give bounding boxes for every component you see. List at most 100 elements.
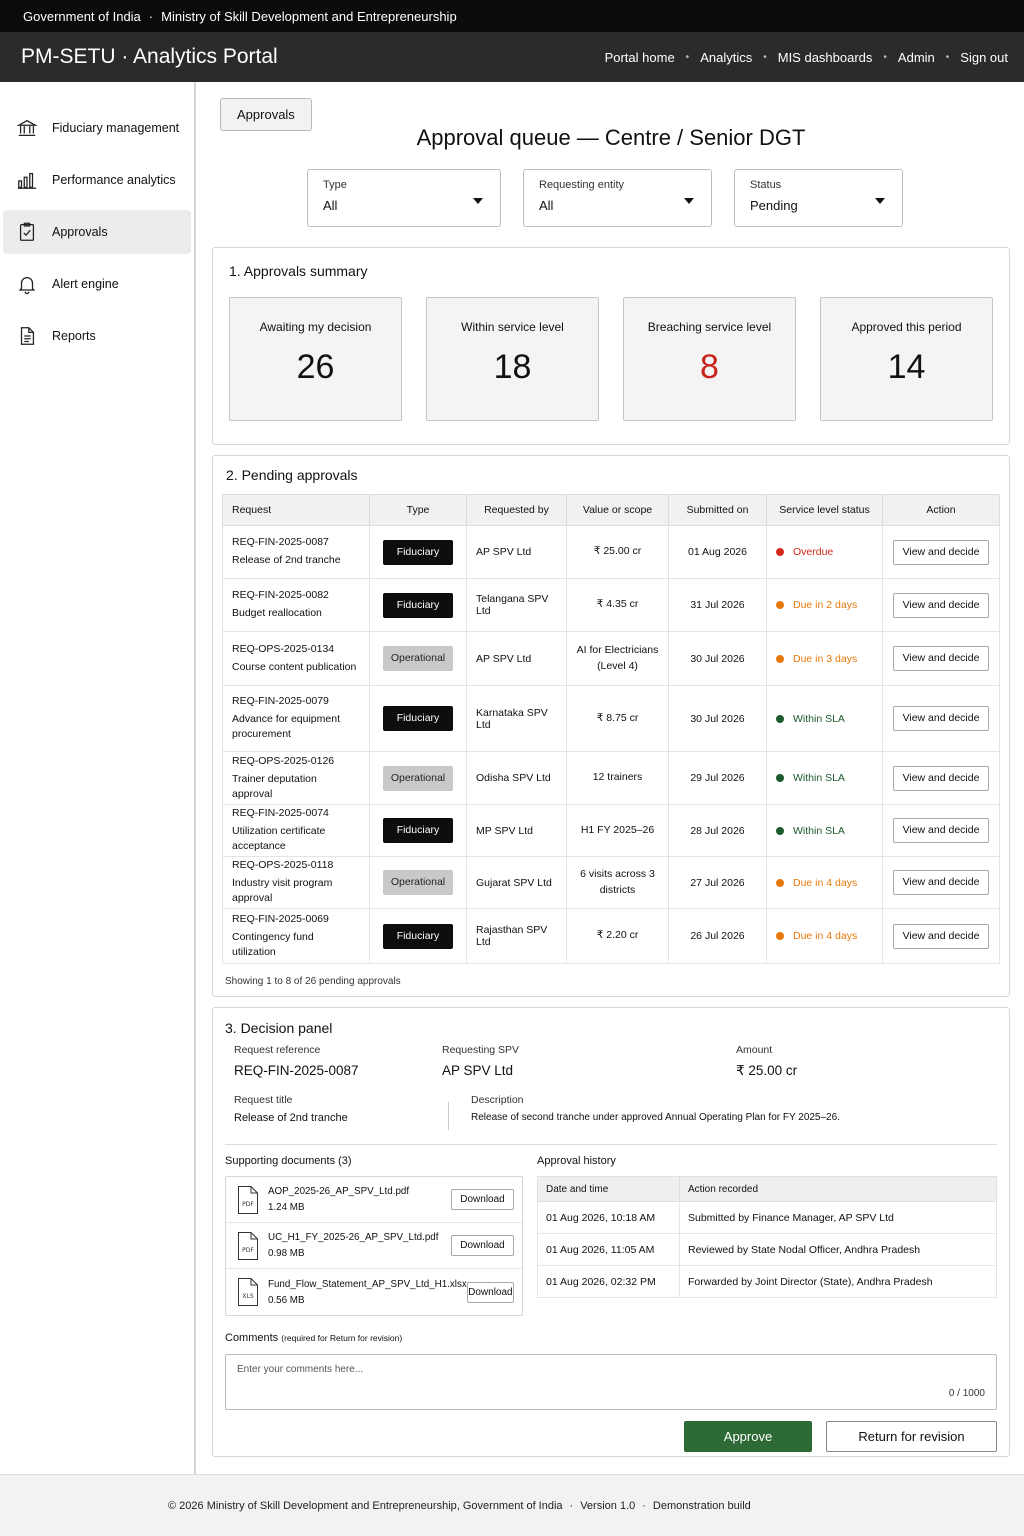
type-filter-select[interactable]: Type All [307, 169, 501, 227]
type-badge: Fiduciary [383, 818, 453, 843]
view-and-decide-button[interactable]: View and decide [893, 818, 989, 843]
type-cell: Fiduciary [369, 804, 467, 857]
pending-approvals-table: Request Type Requested by Value or scope… [222, 494, 1000, 964]
status-text: Within SLA [793, 712, 845, 725]
supporting-documents: Supporting documents (3) PDF AOP_2025-26_… [225, 1155, 523, 1316]
filter-value: All [323, 198, 338, 213]
nav-sign-out[interactable]: Sign out [960, 50, 1008, 65]
history-action: Reviewed by State Nodal Officer, Andhra … [679, 1233, 997, 1266]
status-filter-select[interactable]: Status Pending [734, 169, 903, 227]
nav-mis-dashboards[interactable]: MIS dashboards [778, 50, 873, 65]
sidebar-item-fiduciary-management[interactable]: Fiduciary management [3, 106, 191, 150]
table-row: REQ-FIN-2025-0082 Budget reallocation Fidu… [222, 578, 1000, 632]
view-and-decide-button[interactable]: View and decide [893, 923, 989, 949]
request-cell: REQ-FIN-2025-0074 Utilization certificate… [222, 804, 370, 857]
caret-down-icon [473, 198, 483, 204]
sla-status-cell: Due in 2 days [766, 578, 883, 632]
requesting-entity-filter-select[interactable]: Requesting entity All [523, 169, 712, 227]
type-cell: Fiduciary [369, 578, 467, 632]
view-and-decide-button[interactable]: View and decide [893, 592, 989, 618]
status-text: Overdue [793, 546, 834, 558]
type-cell: Fiduciary [369, 908, 467, 964]
filter-bar: Type All Requesting entity All Status Pe… [212, 169, 1010, 227]
card-label: Approved this period [851, 320, 962, 334]
sla-status-cell: Within SLA [766, 804, 883, 857]
status-dot-icon [776, 932, 784, 940]
footer: © 2026 Ministry of Skill Development and… [0, 1474, 1024, 1536]
return-for-revision-button[interactable]: Return for revision [826, 1421, 997, 1452]
type-badge: Fiduciary [383, 592, 453, 618]
caret-down-icon [684, 198, 694, 204]
bar-chart-icon [17, 172, 37, 189]
caret-down-icon [875, 198, 885, 204]
action-cell: View and decide [882, 751, 1000, 805]
view-and-decide-button[interactable]: View and decide [893, 539, 989, 565]
filter-value: All [539, 198, 554, 213]
sidebar-item-alert-engine[interactable]: Alert engine [3, 262, 191, 306]
request-id: REQ-FIN-2025-0082 [232, 589, 329, 602]
requested-by-cell: AP SPV Ltd [466, 525, 567, 579]
download-button[interactable]: Download [451, 1189, 514, 1210]
status-text: Due in 4 days [793, 876, 858, 889]
value-cell: ₹ 8.75 cr [566, 685, 669, 752]
value-cell: H1 FY 2025–26 [566, 804, 669, 857]
action-cell: View and decide [882, 685, 1000, 752]
requesting-spv-field: Requesting SPV AP SPV Ltd [442, 1044, 519, 1078]
view-and-decide-button[interactable]: View and decide [893, 765, 989, 791]
column-header: Value or scope [566, 494, 669, 526]
history-timestamp: 01 Aug 2026, 11:05 AM [537, 1233, 680, 1266]
nav-analytics[interactable]: Analytics [700, 50, 752, 65]
view-and-decide-button[interactable]: View and decide [893, 706, 989, 731]
subsection-title: Approval history [537, 1155, 616, 1167]
card-value: 26 [296, 348, 335, 386]
approve-button[interactable]: Approve [684, 1421, 812, 1452]
request-cell: REQ-FIN-2025-0082 Budget reallocation [222, 578, 370, 632]
nav-separator: • [945, 51, 950, 63]
type-badge: Fiduciary [383, 706, 453, 731]
history-action: Forwarded by Joint Director (State), And… [679, 1265, 997, 1298]
character-counter: 0 / 1000 [948, 1388, 985, 1399]
request-title: Industry visit program approval [232, 877, 333, 904]
view-and-decide-button[interactable]: View and decide [893, 870, 989, 895]
requested-by-cell: Karnataka SPV Ltd [466, 685, 567, 752]
breadcrumb-approvals[interactable]: Approvals [220, 98, 312, 131]
download-button[interactable]: Download [466, 1281, 514, 1303]
nav-separator: • [763, 51, 767, 63]
nav-admin[interactable]: Admin [898, 50, 935, 65]
approval-history-table: Date and time Action recorded 01 Aug 202… [537, 1176, 997, 1298]
type-badge: Operational [383, 765, 453, 791]
summary-card-within-sla: Within service level 18 [426, 297, 599, 421]
view-and-decide-button[interactable]: View and decide [893, 646, 989, 671]
download-button[interactable]: Download [451, 1235, 514, 1256]
request-id: REQ-OPS-2025-0134 [232, 642, 335, 655]
sidebar-item-reports[interactable]: Reports [3, 314, 191, 358]
value-cell: 6 visits across 3 districts [566, 856, 669, 909]
comments-textarea[interactable] [226, 1355, 996, 1409]
table-row: 01 Aug 2026, 02:32 PM Forwarded by Joint … [537, 1265, 997, 1298]
request-id: REQ-FIN-2025-0087 [232, 536, 329, 549]
sidebar-item-approvals[interactable]: Approvals [3, 210, 191, 254]
type-cell: Operational [369, 856, 467, 909]
status-text: Within SLA [793, 824, 845, 837]
submitted-on-cell: 29 Jul 2026 [668, 751, 767, 805]
card-value: 14 [887, 348, 926, 386]
action-cell: View and decide [882, 525, 1000, 579]
status-text: Due in 2 days [793, 599, 858, 611]
action-cell: View and decide [882, 908, 1000, 964]
request-title: Budget reallocation [232, 607, 322, 620]
table-header-row: Request Type Requested by Value or scope… [222, 494, 1000, 526]
status-dot-icon [776, 601, 784, 609]
type-badge: Operational [383, 870, 453, 895]
sla-status-cell: Within SLA [766, 751, 883, 805]
summary-card-breaching-sla: Breaching service level 8 [623, 297, 796, 421]
card-label: Within service level [461, 320, 564, 334]
top-nav: Portal home • Analytics • MIS dashboards… [605, 50, 1008, 65]
sidebar-item-performance-analytics[interactable]: Performance analytics [3, 158, 191, 202]
column-header: Date and time [537, 1176, 680, 1202]
file-size: 0.56 MB [268, 1294, 305, 1306]
file-type-label: PDF [242, 1201, 254, 1208]
field-label: Description [471, 1094, 524, 1106]
nav-portal-home[interactable]: Portal home [605, 50, 675, 65]
field-label: Request reference [234, 1044, 321, 1056]
sidebar-item-label: Approvals [52, 225, 108, 239]
